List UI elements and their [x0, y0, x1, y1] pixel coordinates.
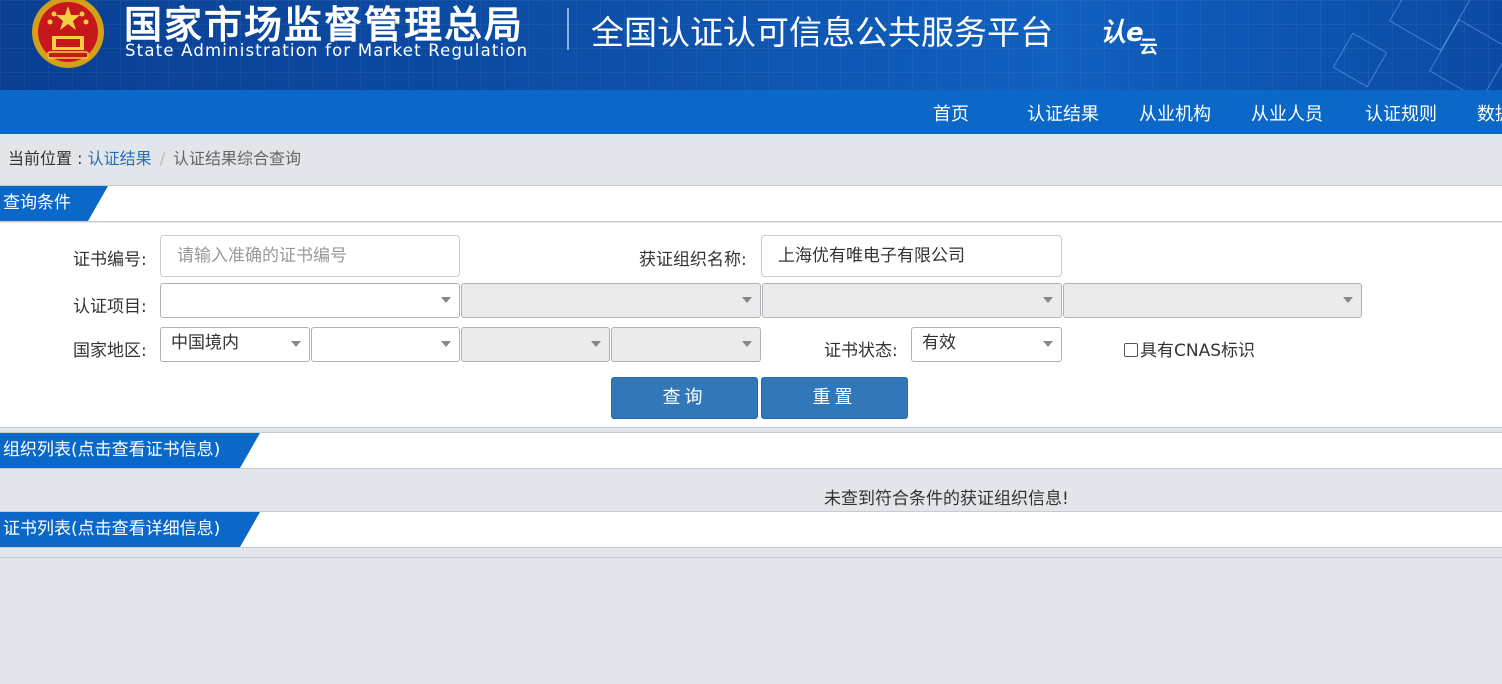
project-label: 认证项目:: [73, 297, 147, 317]
org-name-input[interactable]: 上海优有唯电子有限公司: [761, 235, 1062, 277]
cert-no-input[interactable]: 请输入准确的证书编号: [160, 235, 460, 277]
logo-text-main: 认e: [1100, 18, 1144, 48]
query-panel-title: 查询条件: [0, 186, 108, 221]
chevron-down-icon: [742, 297, 752, 303]
chevron-down-icon: [1043, 341, 1053, 347]
nav-item-home[interactable]: 首页: [933, 100, 969, 126]
logo-text-sub: 云: [1139, 37, 1158, 58]
agency-name-en: State Administration for Market Regulati…: [125, 41, 529, 60]
cnas-checkbox-group: 具有CNAS标识: [1124, 336, 1255, 361]
cert-no-label: 证书编号:: [73, 250, 147, 270]
org-panel-header: 组织列表(点击查看证书信息): [0, 432, 1502, 469]
chevron-down-icon: [441, 297, 451, 303]
project-select-3[interactable]: [762, 283, 1062, 318]
breadcrumb-prefix: 当前位置 :: [8, 149, 88, 168]
header-banner: 国家市场监督管理总局 State Administration for Mark…: [0, 0, 1502, 90]
national-emblem-icon: [32, 0, 104, 68]
status-select[interactable]: 有效: [911, 327, 1062, 362]
cnas-checkbox-label[interactable]: 具有CNAS标识: [1140, 341, 1255, 361]
query-panel-header: 查询条件: [0, 185, 1502, 222]
divider: [0, 427, 1502, 428]
project-select-1[interactable]: [160, 283, 460, 318]
chevron-down-icon: [291, 341, 301, 347]
nav-item-personnel[interactable]: 从业人员: [1251, 100, 1323, 126]
chevron-down-icon: [1043, 297, 1053, 303]
region-select-2[interactable]: [311, 327, 460, 362]
reset-button[interactable]: 重置: [761, 377, 908, 419]
chevron-down-icon: [1343, 297, 1353, 303]
platform-title: 全国认证认可信息公共服务平台: [591, 13, 1053, 52]
org-panel-title: 组织列表(点击查看证书信息): [0, 433, 260, 468]
divider: [0, 557, 1502, 558]
region-select-1[interactable]: 中国境内: [160, 327, 310, 362]
region-label: 国家地区:: [73, 341, 147, 361]
cert-panel-header: 证书列表(点击查看详细信息): [0, 511, 1502, 548]
search-button[interactable]: 查询: [611, 377, 758, 419]
breadcrumb-separator: /: [159, 149, 165, 168]
org-name-label: 获证组织名称:: [639, 250, 747, 270]
platform-logo: 认e云: [1100, 12, 1158, 58]
status-select-value: 有效: [922, 333, 956, 353]
region-select-1-value: 中国境内: [171, 333, 239, 353]
chevron-down-icon: [591, 341, 601, 347]
status-label: 证书状态:: [824, 341, 898, 361]
breadcrumb-link-cert-results[interactable]: 认证结果: [88, 149, 152, 168]
region-select-4[interactable]: [611, 327, 761, 362]
nav-item-cert-rules[interactable]: 认证规则: [1365, 100, 1437, 126]
cnas-checkbox[interactable]: [1124, 343, 1138, 357]
chevron-down-icon: [441, 341, 451, 347]
header-divider: [567, 8, 569, 50]
breadcrumb: 当前位置 : 认证结果 / 认证结果综合查询: [8, 145, 301, 169]
org-list-empty-message: 未查到符合条件的获证组织信息!: [824, 489, 1069, 509]
org-list-empty-row: 未查到符合条件的获证组织信息!: [0, 476, 1502, 512]
project-select-2[interactable]: [461, 283, 761, 318]
nav-item-cert-results[interactable]: 认证结果: [1027, 100, 1099, 126]
region-select-3[interactable]: [461, 327, 610, 362]
nav-item-data[interactable]: 数据: [1477, 100, 1502, 126]
nav-item-institutions[interactable]: 从业机构: [1139, 100, 1211, 126]
project-select-4[interactable]: [1063, 283, 1362, 318]
main-nav: 首页 认证结果 从业机构 从业人员 认证规则 数据: [0, 90, 1502, 134]
cert-panel-title: 证书列表(点击查看详细信息): [0, 512, 260, 547]
breadcrumb-current: 认证结果综合查询: [172, 149, 301, 168]
chevron-down-icon: [742, 341, 752, 347]
